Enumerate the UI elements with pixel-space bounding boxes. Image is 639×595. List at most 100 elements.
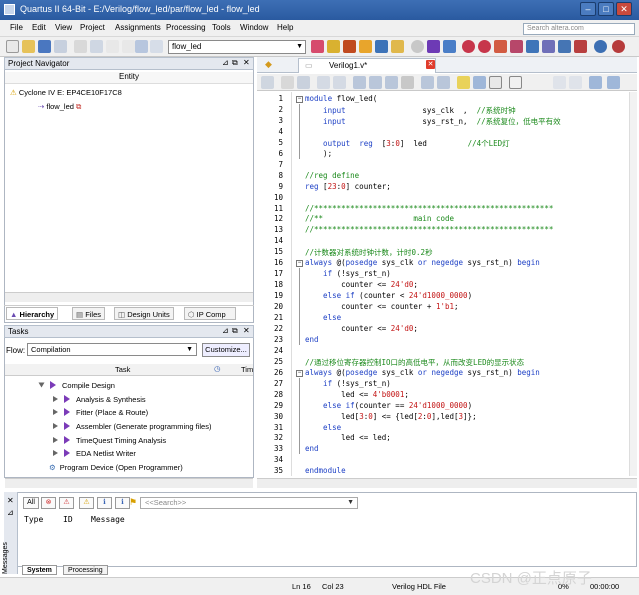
fold-toggle-icon[interactable]: − (296, 96, 303, 103)
word-wrap-icon[interactable] (509, 76, 522, 89)
project-icon[interactable] (375, 40, 388, 53)
signaltap-icon[interactable] (542, 40, 555, 53)
find-next-icon[interactable] (297, 76, 310, 89)
dock-icon[interactable] (589, 76, 602, 89)
assignment-editor-icon[interactable] (343, 40, 356, 53)
close-button[interactable]: ✕ (616, 2, 632, 16)
menu-assignments[interactable]: Assignments (115, 23, 161, 32)
code-line[interactable]: counter <= counter + 1'b1; (305, 302, 458, 311)
filter-all-button[interactable]: All (23, 497, 39, 509)
netlist-icon[interactable] (558, 40, 571, 53)
time-column-header[interactable]: Tim (241, 365, 253, 374)
code-line[interactable]: end (305, 335, 319, 344)
tab-ip-components[interactable]: ⬡ IP Comp (184, 307, 236, 320)
code-line[interactable]: if (!sys_rst_n) (305, 379, 391, 388)
new-file-icon[interactable] (6, 40, 19, 53)
close-panel-icon[interactable]: ✕ (243, 58, 250, 67)
find-icon[interactable] (281, 76, 294, 89)
outdent-icon[interactable] (333, 76, 346, 89)
stop-icon[interactable] (411, 40, 424, 53)
split-icon[interactable] (569, 76, 582, 89)
pin-planner-icon[interactable] (327, 40, 340, 53)
code-line[interactable]: always @(posedge sys_clk or negedge sys_… (305, 368, 540, 377)
fitter-icon[interactable] (494, 40, 507, 53)
warning-filter-icon[interactable]: ⚠ (79, 497, 94, 509)
prev-bookmark-icon[interactable] (385, 76, 398, 89)
task-row[interactable]: ⚙ Program Device (Open Programmer) (5, 461, 253, 474)
menu-tools[interactable]: Tools (212, 23, 231, 32)
code-line[interactable]: led <= led; (305, 433, 391, 442)
code-line[interactable]: //reg define (305, 171, 359, 180)
code-line[interactable]: else if (counter < 24'd1000_0000) (305, 291, 472, 300)
save-icon[interactable] (38, 40, 51, 53)
code-line[interactable]: else if(counter == 24'd1000_0000) (305, 401, 472, 410)
messages-search-input[interactable]: <<Search>> ▼ (140, 497, 358, 509)
analysis-icon[interactable] (443, 40, 456, 53)
code-line[interactable]: led[3:0] <= {led[2:0],led[3]}; (305, 412, 476, 421)
code-line[interactable]: led <= 4'b0001; (305, 390, 409, 399)
code-line[interactable]: output reg [3:0] led //4个LED灯 (305, 138, 510, 149)
start-compilation-icon[interactable] (427, 40, 440, 53)
next-bookmark-icon[interactable] (369, 76, 382, 89)
code-line[interactable]: else (305, 313, 341, 322)
task-row[interactable]: Fitter (Place & Route) (5, 406, 253, 419)
rtl-viewer-icon[interactable] (478, 40, 491, 53)
code-line[interactable]: counter <= 24'd0; (305, 324, 418, 333)
fold-toggle-icon[interactable]: − (296, 369, 303, 377)
editor-list-icon[interactable] (261, 76, 274, 89)
code-line[interactable]: input sys_clk , //系统时钟 (305, 105, 516, 116)
undo-icon[interactable] (135, 40, 148, 53)
critical-warning-icon[interactable]: ⚠ (59, 497, 74, 509)
error-filter-icon[interactable]: ⊗ (41, 497, 56, 509)
tasks-close-icon[interactable]: ✕ (243, 326, 250, 335)
message-column-header[interactable]: Message (91, 515, 125, 524)
entity-select[interactable]: flow_led ▼ (168, 40, 306, 54)
template-icon[interactable] (457, 76, 470, 89)
settings-icon[interactable] (359, 40, 372, 53)
code-line[interactable]: //** main code (305, 214, 454, 223)
maximize-button[interactable]: □ (598, 2, 614, 16)
code-line[interactable]: //通过移位寄存器控制IO口的高低电平，从而改变LED的显示状态 (305, 357, 524, 368)
chip-planner-icon[interactable] (311, 40, 324, 53)
code-line[interactable]: end (305, 444, 319, 453)
id-column-header[interactable]: ID (63, 515, 73, 524)
menu-project[interactable]: Project (80, 23, 105, 32)
flow-select[interactable]: Compilation ▼ (27, 343, 197, 356)
code-line[interactable]: reg [23:0] counter; (305, 182, 391, 191)
task-row[interactable]: TimeQuest Timing Analysis (5, 434, 253, 447)
messages-pin-icon[interactable]: ⊿ (7, 508, 14, 517)
menu-view[interactable]: View (55, 23, 72, 32)
navigator-horizontal-scrollbar[interactable] (5, 292, 253, 302)
task-row[interactable]: Assembler (Generate programming files) (5, 420, 253, 433)
menu-edit[interactable]: Edit (32, 23, 46, 32)
code-line[interactable]: endmodule (305, 466, 346, 475)
tasks-pin-icon[interactable]: ⊿ (222, 326, 229, 335)
altera-icon[interactable] (612, 40, 625, 53)
comment-icon[interactable] (421, 76, 434, 89)
code-line[interactable]: if (!sys_rst_n) (305, 269, 391, 278)
programmer-icon[interactable] (526, 40, 539, 53)
tab-hierarchy[interactable]: ▲ Hierarchy (6, 307, 59, 320)
tab-design-units[interactable]: ◫ Design Units (114, 307, 174, 320)
code-line[interactable]: //**************************************… (305, 204, 553, 213)
code-line[interactable]: ); (305, 149, 332, 158)
entity-column-header[interactable]: Entity (5, 72, 253, 84)
close-tab-icon[interactable]: ✕ (426, 60, 435, 69)
task-column-header[interactable]: Task (115, 365, 130, 374)
float-icon[interactable]: ⧉ (232, 58, 238, 68)
flag-icon[interactable]: ⚑ (129, 497, 137, 508)
editor-horizontal-scrollbar[interactable] (257, 478, 637, 488)
device-row[interactable]: ⚠ Cyclone IV E: EP4CE10F17C8 (10, 88, 122, 97)
line-numbers-icon[interactable] (489, 76, 502, 89)
editor-vertical-scrollbar[interactable] (629, 92, 637, 476)
indent-icon[interactable] (317, 76, 330, 89)
code-line[interactable]: always @(posedge sys_clk or negedge sys_… (305, 258, 540, 267)
menu-help[interactable]: Help (277, 23, 293, 32)
paste-icon[interactable] (122, 40, 135, 53)
customize-button[interactable]: Customize... (202, 343, 250, 357)
timing-analyzer-icon[interactable] (462, 40, 475, 53)
task-row[interactable]: EDA Netlist Writer (5, 447, 253, 460)
type-column-header[interactable]: Type (24, 515, 43, 524)
code-line[interactable]: else (305, 423, 341, 432)
top-entity-row[interactable]: ⇢ flow_led ⧉ (38, 102, 81, 112)
